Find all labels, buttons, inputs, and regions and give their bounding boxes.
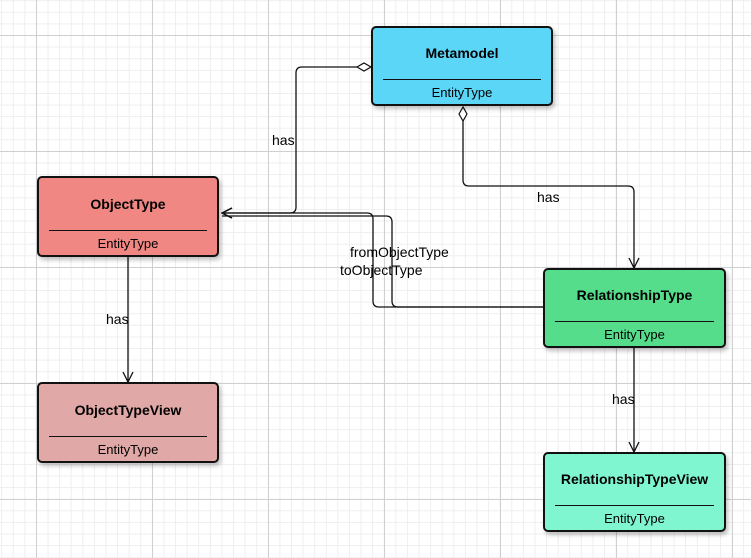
metamodel-name: Metamodel — [425, 45, 499, 61]
edge-label-metamodel-has-objecttype: has — [272, 132, 295, 148]
metamodel-stereotype: EntityType — [431, 85, 493, 100]
edge-label-metamodel-has-relationshiptype: has — [537, 189, 560, 205]
relationshiptypeview-name: RelationshipTypeView — [560, 471, 709, 487]
edge-label-from-object-type: fromObjectType — [350, 244, 449, 260]
relationshiptype-name: RelationshipType — [576, 287, 693, 303]
relationshiptypeview-stereotype: EntityType — [604, 511, 665, 526]
objecttypeview-node[interactable]: ObjectTypeView EntityType — [37, 382, 219, 463]
objecttypeview-separator — [49, 436, 207, 437]
edge-label-objecttype-has-view: has — [106, 311, 129, 327]
relationshiptype-node[interactable]: RelationshipType EntityType — [543, 268, 726, 348]
edge-label-to-object-type: toObjectType — [340, 262, 423, 278]
edge-from-object-type — [222, 213, 545, 308]
relationshiptype-separator — [555, 321, 714, 322]
relationshiptypeview-node[interactable]: RelationshipTypeView EntityType — [543, 452, 726, 532]
edge-label-relationshiptype-has-view: has — [612, 391, 635, 407]
relationshiptype-stereotype: EntityType — [604, 327, 665, 342]
relationshiptypeview-separator — [555, 505, 714, 506]
objecttype-separator — [49, 230, 207, 231]
objecttype-stereotype: EntityType — [97, 236, 159, 251]
objecttypeview-name: ObjectTypeView — [74, 401, 182, 418]
aggregation-diamond-left — [355, 62, 373, 72]
metamodel-separator — [383, 79, 541, 80]
aggregation-diamond-down — [458, 105, 468, 123]
metamodel-node[interactable]: Metamodel EntityType — [371, 26, 553, 106]
objecttype-name: ObjectType — [90, 195, 166, 212]
objecttypeview-stereotype: EntityType — [97, 442, 159, 457]
objecttype-node[interactable]: ObjectType EntityType — [37, 176, 219, 257]
